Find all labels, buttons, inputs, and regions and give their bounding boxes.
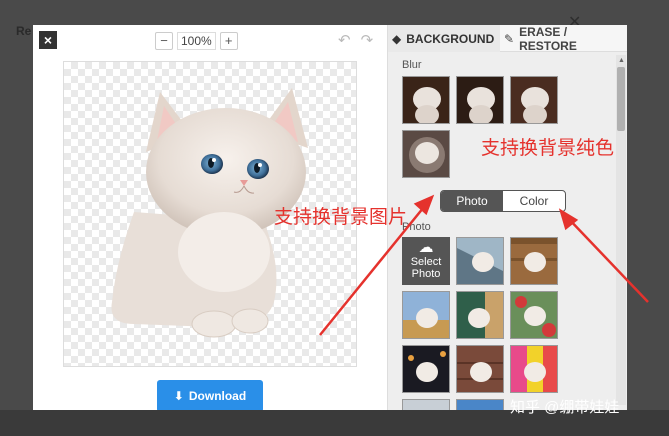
scrollbar-thumb[interactable]: [617, 67, 625, 131]
eraser-icon: ✎: [504, 31, 515, 46]
panel-tabs: ◆ BACKGROUND ✎ ERASE / RESTORE: [388, 25, 627, 53]
blur-section-label: Blur: [402, 59, 422, 71]
upload-cloud-icon: ☁: [418, 239, 434, 256]
zoom-level: 100%: [177, 32, 216, 50]
background-type-toggle: Photo Color: [440, 190, 566, 212]
photo-thumbnail[interactable]: [456, 345, 504, 393]
history-controls: ↶ ↷: [338, 31, 373, 49]
toggle-photo[interactable]: Photo: [441, 191, 503, 211]
photo-thumbnail[interactable]: [402, 291, 450, 339]
layers-icon: ◆: [392, 31, 402, 46]
tab-erase-label: ERASE / RESTORE: [519, 25, 577, 53]
select-photo-button[interactable]: ☁ Select Photo: [402, 237, 450, 285]
download-icon: ⬇: [173, 389, 184, 403]
photo-thumbnail[interactable]: [456, 237, 504, 285]
zoom-controls: − 100% +: [155, 31, 238, 51]
photo-thumbnail[interactable]: [402, 345, 450, 393]
toggle-color[interactable]: Color: [503, 191, 565, 211]
photo-thumbnail[interactable]: [402, 399, 450, 410]
options-panel: ◆ BACKGROUND ✎ ERASE / RESTORE Blur Phot…: [387, 25, 627, 410]
blur-thumbnail[interactable]: [402, 76, 450, 124]
photo-thumbnail[interactable]: [510, 345, 558, 393]
close-icon[interactable]: ×: [39, 31, 57, 49]
tab-background[interactable]: ◆ BACKGROUND: [388, 25, 500, 52]
photo-thumbnail[interactable]: [456, 291, 504, 339]
zoom-out-button[interactable]: −: [155, 32, 173, 50]
undo-icon[interactable]: ↶: [338, 31, 351, 49]
tab-erase-restore[interactable]: ✎ ERASE / RESTORE: [500, 25, 627, 53]
annotation-photo-text: 支持换背景图片: [274, 207, 408, 228]
select-photo-line2: Photo: [411, 268, 441, 280]
annotation-color-text: 支持换背景纯色: [481, 138, 615, 159]
blur-thumbnail[interactable]: [510, 76, 558, 124]
scroll-up-icon[interactable]: ▲: [618, 57, 625, 64]
download-button[interactable]: ⬇ Download: [157, 380, 263, 410]
photo-thumbnail[interactable]: [510, 237, 558, 285]
photo-thumbnail[interactable]: [510, 291, 558, 339]
panel-scrollbar[interactable]: ▲: [616, 55, 626, 405]
background-title-fragment: Re: [16, 24, 32, 38]
zoom-in-button[interactable]: +: [219, 32, 238, 50]
blur-thumbnail[interactable]: [456, 76, 504, 124]
blur-thumbnail[interactable]: [402, 130, 450, 178]
tab-background-label: BACKGROUND: [406, 31, 495, 46]
select-photo-line1: Select: [410, 256, 442, 268]
watermark: 知乎 @绷带娃娃: [510, 399, 620, 416]
redo-icon[interactable]: ↷: [361, 31, 374, 49]
photo-thumbnail[interactable]: [456, 399, 504, 410]
download-label: Download: [188, 389, 247, 403]
